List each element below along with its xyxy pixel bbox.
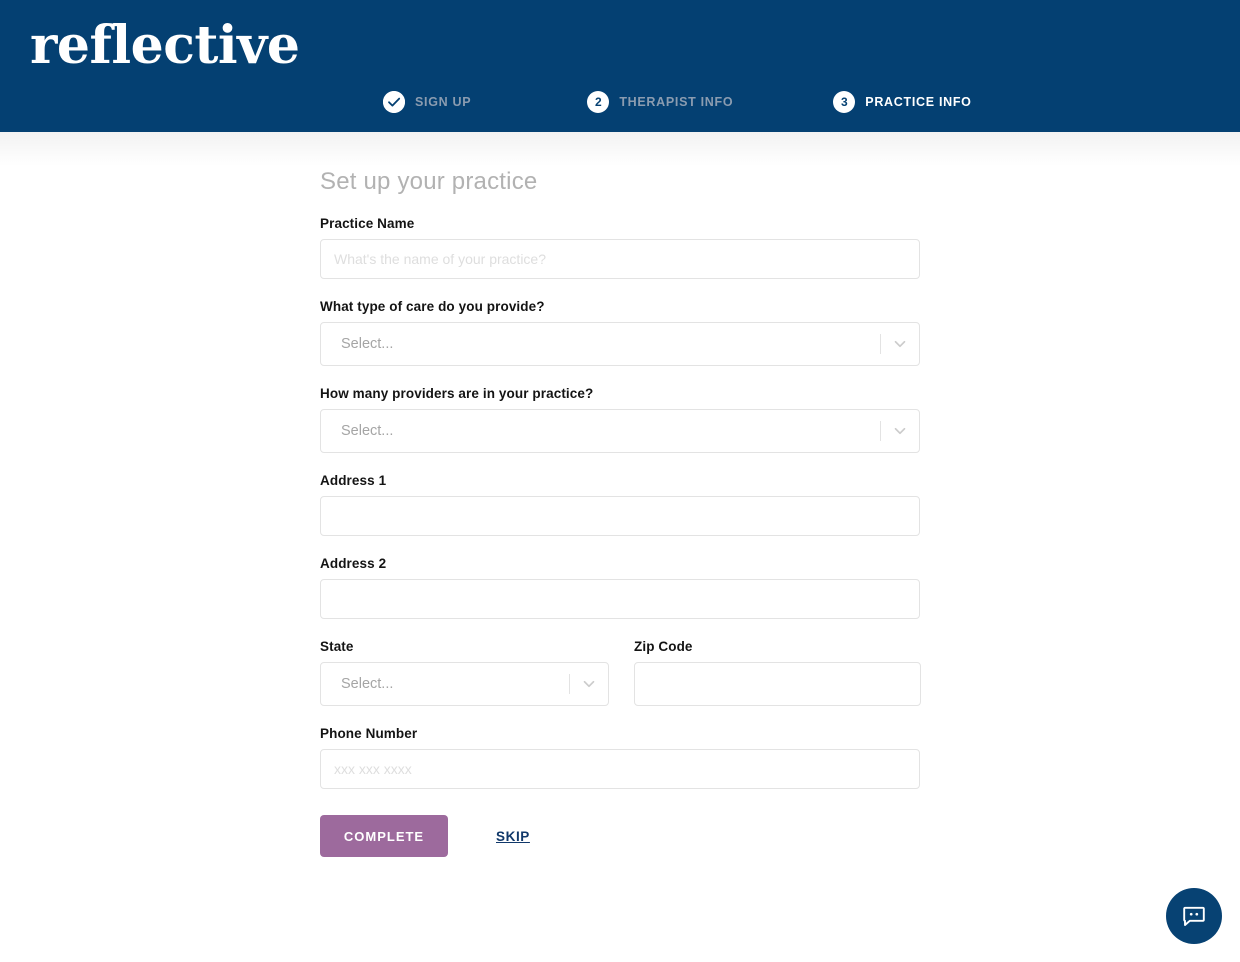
onboarding-stepper: SIGN UP 2 THERAPIST INFO 3 PRACTICE INFO: [383, 91, 972, 113]
stepper-step-practice-info[interactable]: 3 PRACTICE INFO: [833, 91, 971, 113]
state-zip-row: State Select... Zip Code: [320, 639, 921, 706]
field-phone-number: Phone Number: [320, 726, 921, 789]
step-number-2-icon: 2: [587, 91, 610, 113]
address-2-input[interactable]: [320, 579, 920, 619]
field-state: State Select...: [320, 639, 609, 706]
stepper-label-sign-up: SIGN UP: [415, 95, 472, 109]
label-phone-number: Phone Number: [320, 726, 418, 741]
label-address-2: Address 2: [320, 556, 387, 571]
check-circle-icon: [383, 91, 405, 113]
field-practice-name: Practice Name: [320, 216, 921, 279]
field-care-type: What type of care do you provide? Select…: [320, 299, 921, 366]
practice-setup-form: Set up your practice Practice Name What …: [320, 132, 921, 881]
label-practice-name: Practice Name: [320, 216, 415, 231]
page-title: Set up your practice: [320, 168, 538, 195]
provider-count-select[interactable]: Select...: [320, 409, 920, 453]
field-address-1: Address 1: [320, 473, 921, 536]
phone-number-input[interactable]: [320, 749, 920, 789]
app-header: reflective SIGN UP 2 THERAPIST INFO 3 PR…: [0, 0, 1240, 132]
field-address-2: Address 2: [320, 556, 921, 619]
zip-code-input[interactable]: [634, 662, 921, 706]
chevron-down-icon[interactable]: [881, 422, 919, 440]
label-care-type: What type of care do you provide?: [320, 299, 545, 314]
stepper-label-practice-info: PRACTICE INFO: [865, 95, 972, 109]
provider-count-select-placeholder: Select...: [341, 423, 394, 439]
chevron-down-icon[interactable]: [570, 675, 608, 693]
field-zip-code: Zip Code: [634, 639, 921, 706]
chat-widget-button[interactable]: [1166, 888, 1222, 944]
label-zip-code: Zip Code: [634, 639, 693, 654]
care-type-select-placeholder: Select...: [341, 336, 394, 352]
step-number-3-icon: 3: [833, 91, 856, 113]
stepper-label-therapist-info: THERAPIST INFO: [619, 95, 734, 109]
address-1-input[interactable]: [320, 496, 920, 536]
form-actions: COMPLETE SKIP: [320, 815, 921, 881]
complete-button[interactable]: COMPLETE: [320, 815, 448, 857]
label-provider-count: How many providers are in your practice?: [320, 386, 594, 401]
brand-logo[interactable]: reflective: [30, 16, 300, 76]
chevron-down-icon[interactable]: [881, 335, 919, 353]
stepper-step-sign-up[interactable]: SIGN UP: [383, 91, 471, 113]
label-address-1: Address 1: [320, 473, 387, 488]
chat-bubble-icon: [1181, 903, 1207, 929]
skip-link[interactable]: SKIP: [496, 829, 530, 844]
practice-name-input[interactable]: [320, 239, 920, 279]
stepper-step-therapist-info[interactable]: 2 THERAPIST INFO: [587, 91, 733, 113]
state-select-placeholder: Select...: [341, 676, 394, 692]
state-select[interactable]: Select...: [320, 662, 609, 706]
field-provider-count: How many providers are in your practice?…: [320, 386, 921, 453]
care-type-select[interactable]: Select...: [320, 322, 920, 366]
label-state: State: [320, 639, 354, 654]
